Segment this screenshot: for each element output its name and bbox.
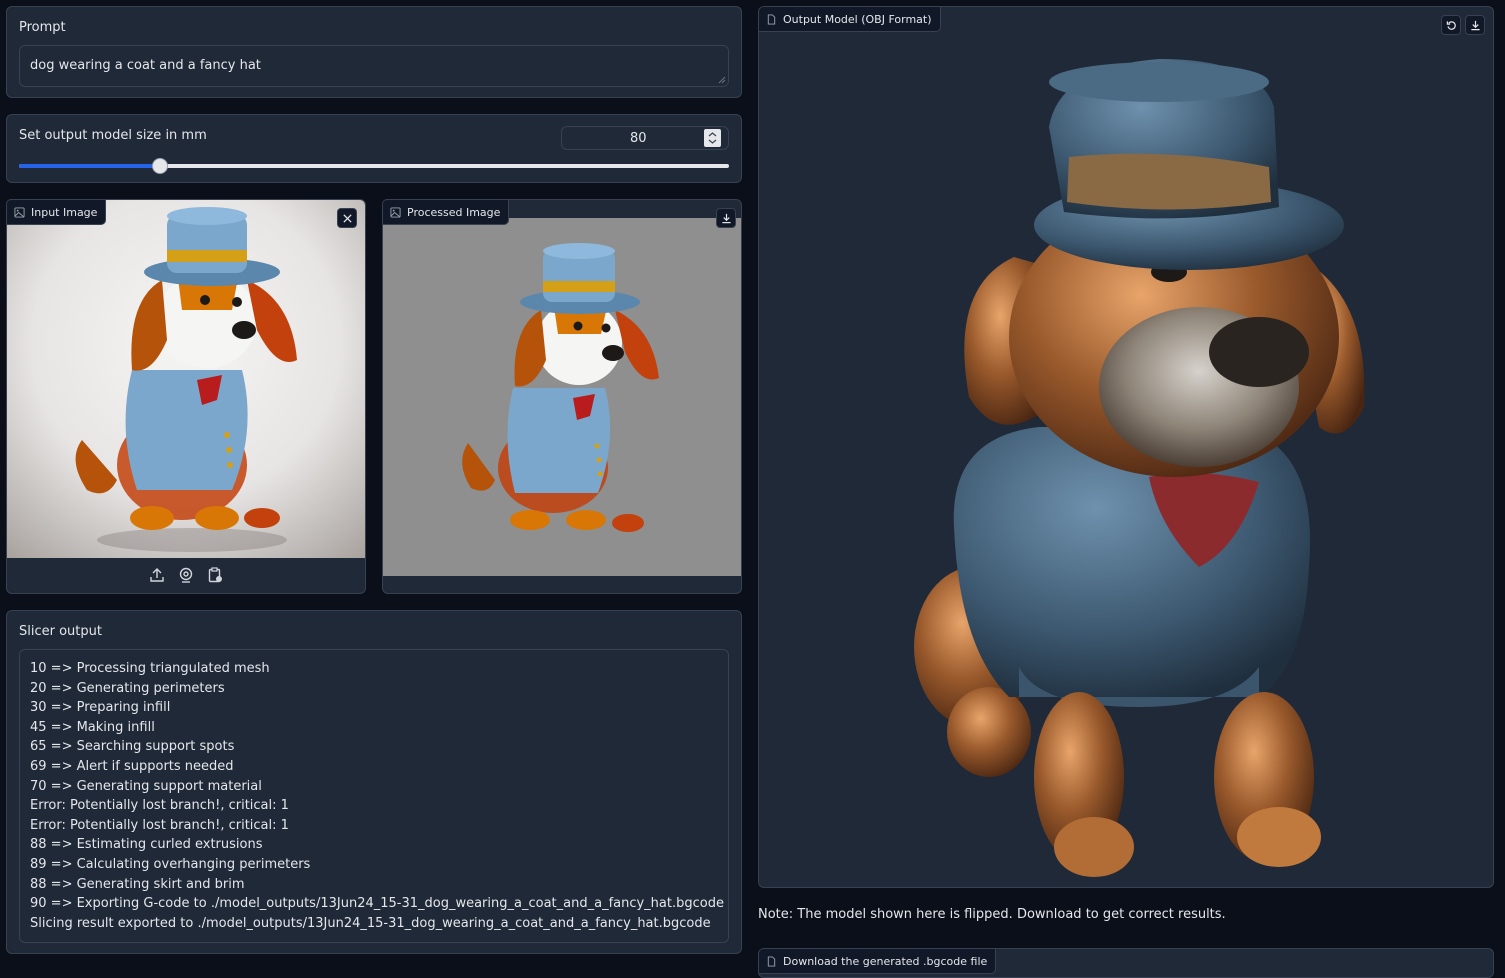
- input-dog-image: [75, 207, 297, 552]
- clear-image-button[interactable]: [337, 208, 357, 228]
- slicer-panel: Slicer output 10 => Processing triangula…: [6, 610, 742, 954]
- input-image-canvas[interactable]: [7, 200, 365, 558]
- image-source-toolbar: [7, 560, 365, 590]
- model-flip-note: Note: The model shown here is flipped. D…: [758, 907, 1226, 922]
- slicer-log-line: 88 => Generating skirt and brim: [30, 876, 245, 892]
- size-number-input[interactable]: 80: [561, 126, 729, 150]
- slicer-output-textarea[interactable]: 10 => Processing triangulated mesh 20 => …: [19, 649, 729, 943]
- size-slider[interactable]: [19, 158, 729, 174]
- size-label: Set output model size in mm: [19, 128, 207, 143]
- slicer-label: Slicer output: [19, 624, 102, 639]
- slicer-log-line: 20 => Generating perimeters: [30, 680, 225, 696]
- processed-image-canvas: [383, 218, 741, 576]
- bgcode-download-panel: Download the generated .bgcode file: [758, 948, 1494, 978]
- slicer-log-line: 65 => Searching support spots: [30, 739, 235, 755]
- slicer-log-line: 30 => Preparing infill: [30, 700, 171, 716]
- processed-image-label: Processed Image: [407, 205, 501, 219]
- slider-thumb[interactable]: [151, 158, 168, 174]
- slicer-log-line: Error: Potentially lost branch!, critica…: [30, 798, 289, 814]
- slicer-log-line: 90 => Exporting G-code to ./model_output…: [30, 896, 724, 912]
- model-3d-viewer[interactable]: [759, 7, 1494, 888]
- close-icon: [342, 213, 352, 223]
- bgcode-download-tag: Download the generated .bgcode file: [759, 949, 997, 974]
- slicer-log-line: 69 => Alert if supports needed: [30, 758, 234, 774]
- output-model-tag: Output Model (OBJ Format): [759, 7, 941, 32]
- slicer-log-line: Slicing result exported to ./model_outpu…: [30, 915, 711, 931]
- slicer-log-line: 88 => Estimating curled extrusions: [30, 837, 263, 853]
- prompt-panel: Prompt dog wearing a coat and a fancy ha…: [6, 6, 742, 98]
- slicer-log-line: Error: Potentially lost branch!, critica…: [30, 817, 289, 833]
- reset-icon: [1446, 20, 1456, 30]
- webcam-icon[interactable]: [178, 567, 194, 583]
- input-image-tag: Input Image: [6, 199, 107, 225]
- output-model-label: Output Model (OBJ Format): [783, 12, 932, 26]
- slicer-log-line: 45 => Making infill: [30, 719, 155, 735]
- output-model-panel: Output Model (OBJ Format): [758, 6, 1494, 888]
- reset-view-button[interactable]: [1441, 15, 1461, 35]
- stepper-arrows-icon: [708, 132, 717, 144]
- slicer-log-line: 70 => Generating support material: [30, 778, 262, 794]
- image-icon: [14, 206, 25, 218]
- slider-fill: [19, 164, 160, 168]
- input-image-panel: Input Image: [6, 199, 366, 594]
- file-icon: [767, 13, 776, 25]
- slicer-log-line: 89 => Calculating overhanging perimeters: [30, 856, 311, 872]
- prompt-value: dog wearing a coat and a fancy hat: [30, 58, 261, 73]
- clipboard-icon[interactable]: [207, 567, 223, 583]
- upload-icon[interactable]: [149, 567, 165, 583]
- download-processed-button[interactable]: [716, 208, 736, 228]
- file-icon: [767, 955, 776, 967]
- resize-handle-icon[interactable]: [718, 76, 726, 84]
- download-model-button[interactable]: [1465, 15, 1485, 35]
- image-icon: [390, 206, 401, 218]
- size-panel: Set output model size in mm 80: [6, 114, 742, 183]
- processed-image-panel: Processed Image: [382, 199, 742, 594]
- download-icon: [1470, 20, 1480, 30]
- download-icon: [721, 213, 731, 223]
- prompt-input[interactable]: dog wearing a coat and a fancy hat: [19, 45, 729, 87]
- processed-image-tag: Processed Image: [382, 199, 510, 225]
- prompt-label: Prompt: [19, 20, 66, 35]
- bgcode-download-label: Download the generated .bgcode file: [783, 954, 988, 968]
- processed-dog-image: [462, 243, 659, 532]
- size-stepper[interactable]: [704, 129, 721, 147]
- input-image-label: Input Image: [31, 205, 98, 219]
- size-value: 80: [630, 131, 647, 146]
- slicer-log-line: 10 => Processing triangulated mesh: [30, 661, 270, 676]
